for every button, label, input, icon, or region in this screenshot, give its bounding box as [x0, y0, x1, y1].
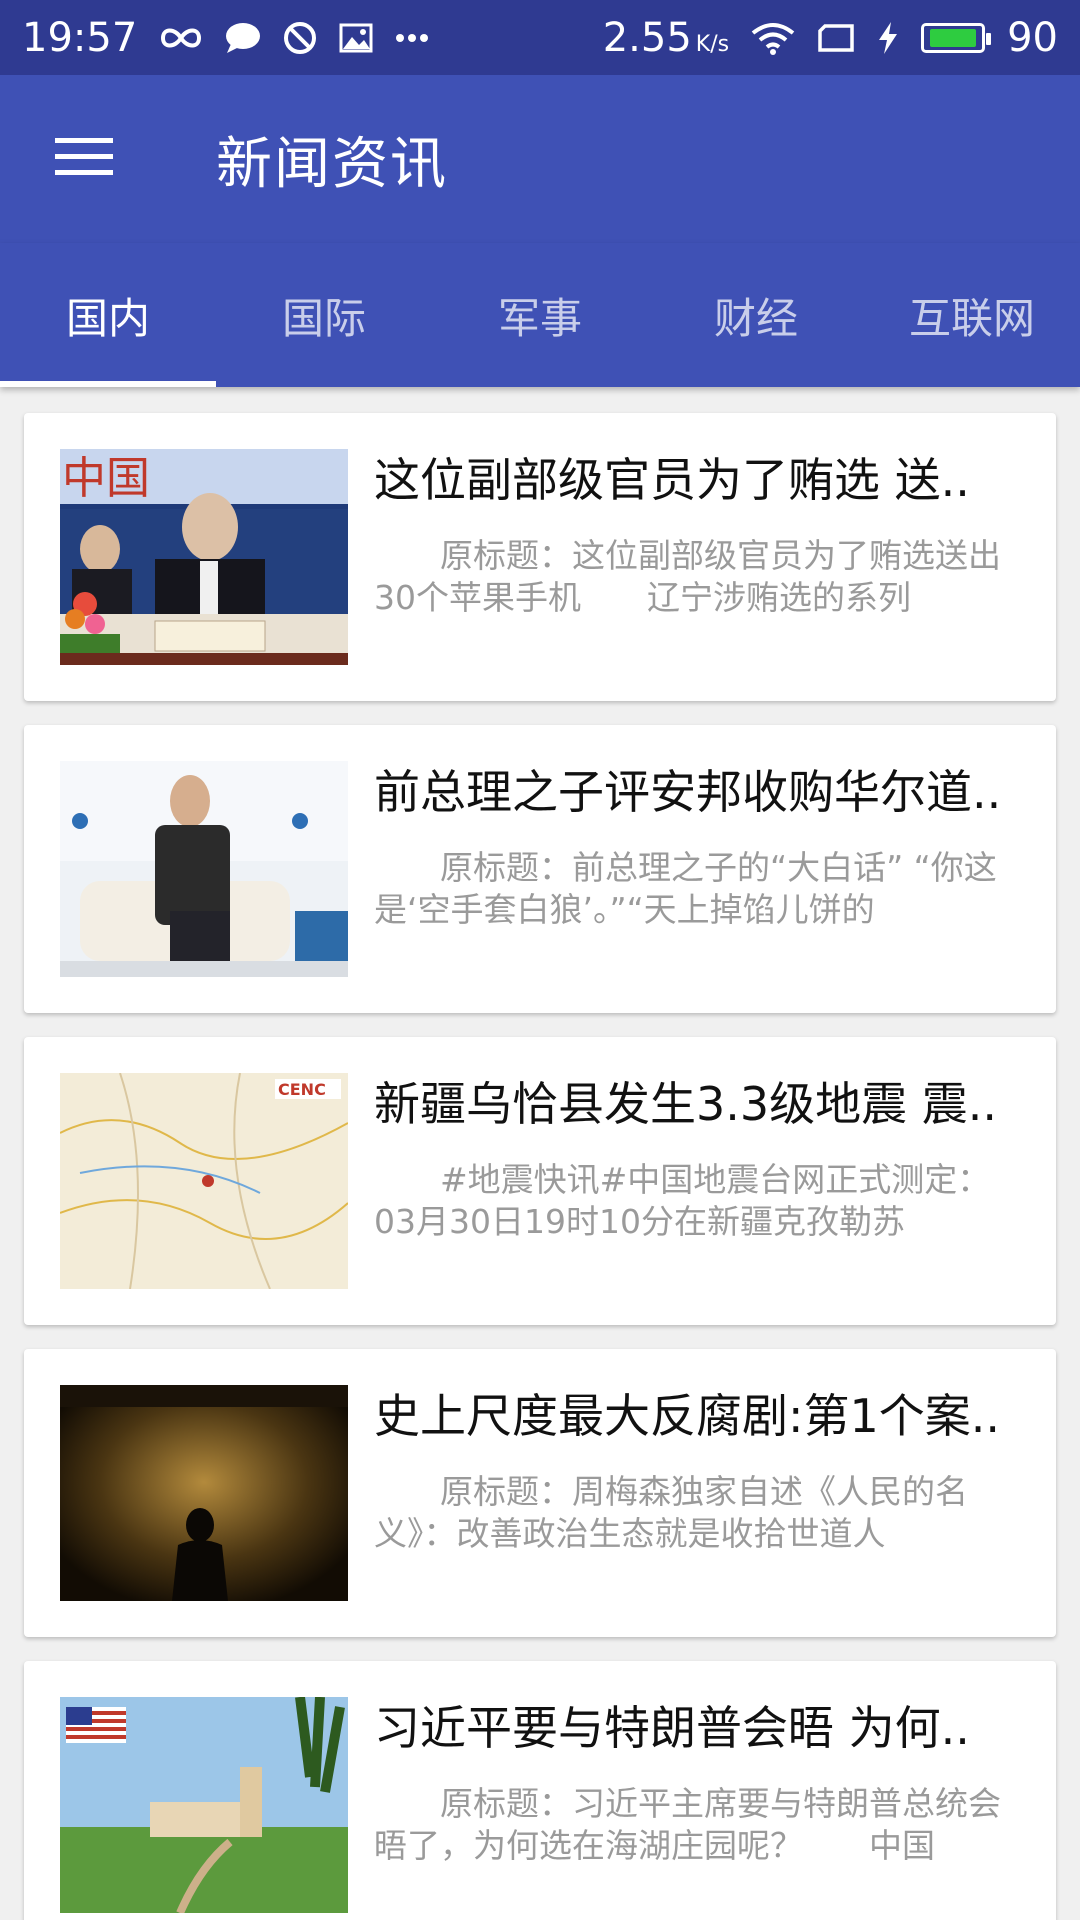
- hamburger-menu-button[interactable]: [24, 99, 144, 219]
- status-time: 19:57: [22, 14, 138, 61]
- image-icon: [339, 23, 373, 53]
- no-disturb-icon: [283, 21, 317, 55]
- tab-label: 互联网: [908, 293, 1035, 343]
- news-summary: 原标题：这位副部级官员为了贿选送出30个苹果手机 辽宁涉贿选的系列: [374, 536, 1001, 617]
- battery-icon: [921, 22, 992, 53]
- news-thumbnail-earthquake-map: CENC: [60, 1073, 348, 1289]
- chat-bubble-icon: [225, 22, 261, 54]
- tab-label: 国际: [281, 293, 366, 343]
- svg-text:CENC: CENC: [278, 1080, 326, 1099]
- news-title: 习近平要与特朗普会晤 为何..: [374, 1701, 970, 1755]
- screen-icon: [817, 23, 855, 53]
- news-summary: 原标题：习近平主席要与特朗普总统会晤了，为何选在海湖庄园呢？ 中国: [374, 1784, 1001, 1865]
- network-speed: 2.55 K/s: [602, 14, 730, 61]
- infinity-icon: [159, 25, 203, 51]
- news-title: 前总理之子评安邦收购华尔道..: [374, 765, 1002, 819]
- news-card[interactable]: 史上尺度最大反腐剧:第1个案.. 原标题：周梅森独家自述《人民的名义》：改善政治…: [24, 1349, 1056, 1637]
- battery-percentage: 90: [1007, 14, 1058, 61]
- news-card[interactable]: 中国 这位副部级官员为了贿选 送.. 原标题：这位副部级官员为了贿选送出30个苹…: [24, 413, 1056, 701]
- more-dots-icon: [395, 33, 429, 43]
- news-thumbnail-press-conference: 中国: [60, 449, 348, 665]
- tab-finance[interactable]: 财经: [648, 243, 864, 387]
- tab-label: 军事: [497, 293, 582, 343]
- tab-label: 国内: [65, 293, 150, 343]
- tab-internet[interactable]: 互联网: [864, 243, 1080, 387]
- battery-level: [929, 28, 977, 47]
- wifi-icon: [751, 21, 795, 55]
- news-title: 史上尺度最大反腐剧:第1个案..: [374, 1389, 1001, 1443]
- app-title: 新闻资讯: [216, 131, 448, 197]
- news-summary: #地震快讯#中国地震台网正式测定：03月30日19时10分在新疆克孜勒苏: [374, 1160, 991, 1241]
- category-tabs: 国内 国际 军事 财经 互联网: [0, 243, 1080, 387]
- news-thumbnail-forum-speaker: [60, 761, 348, 977]
- svg-text:中国: 中国: [62, 453, 150, 504]
- news-thumbnail-resort: [60, 1697, 348, 1913]
- news-summary: 原标题：周梅森独家自述《人民的名义》：改善政治生态就是收拾世道人: [374, 1472, 968, 1553]
- news-list: 中国 这位副部级官员为了贿选 送.. 原标题：这位副部级官员为了贿选送出30个苹…: [0, 387, 1080, 1920]
- tab-international[interactable]: 国际: [216, 243, 432, 387]
- charging-icon: [877, 21, 899, 55]
- tab-domestic[interactable]: 国内: [0, 243, 216, 387]
- app-bar: 新闻资讯: [0, 75, 1080, 243]
- news-card[interactable]: CENC 新疆乌恰县发生3.3级地震 震.. #地震快讯#中国地震台网正式测定：…: [24, 1037, 1056, 1325]
- hamburger-menu-icon: [55, 136, 113, 182]
- news-summary: 原标题：前总理之子的“大白话” “你这是‘空手套白狼’。”“天上掉馅儿饼的: [374, 848, 997, 929]
- news-card[interactable]: 习近平要与特朗普会晤 为何.. 原标题：习近平主席要与特朗普总统会晤了，为何选在…: [24, 1661, 1056, 1920]
- tab-military[interactable]: 军事: [432, 243, 648, 387]
- tab-label: 财经: [713, 293, 798, 343]
- news-title: 这位副部级官员为了贿选 送..: [374, 453, 970, 507]
- status-bar: 19:57 2.55 K/s 90: [0, 0, 1080, 75]
- news-title: 新疆乌恰县发生3.3级地震 震..: [374, 1077, 998, 1131]
- news-thumbnail-drama-poster: [60, 1385, 348, 1601]
- news-card[interactable]: 前总理之子评安邦收购华尔道.. 原标题：前总理之子的“大白话” “你这是‘空手套…: [24, 725, 1056, 1013]
